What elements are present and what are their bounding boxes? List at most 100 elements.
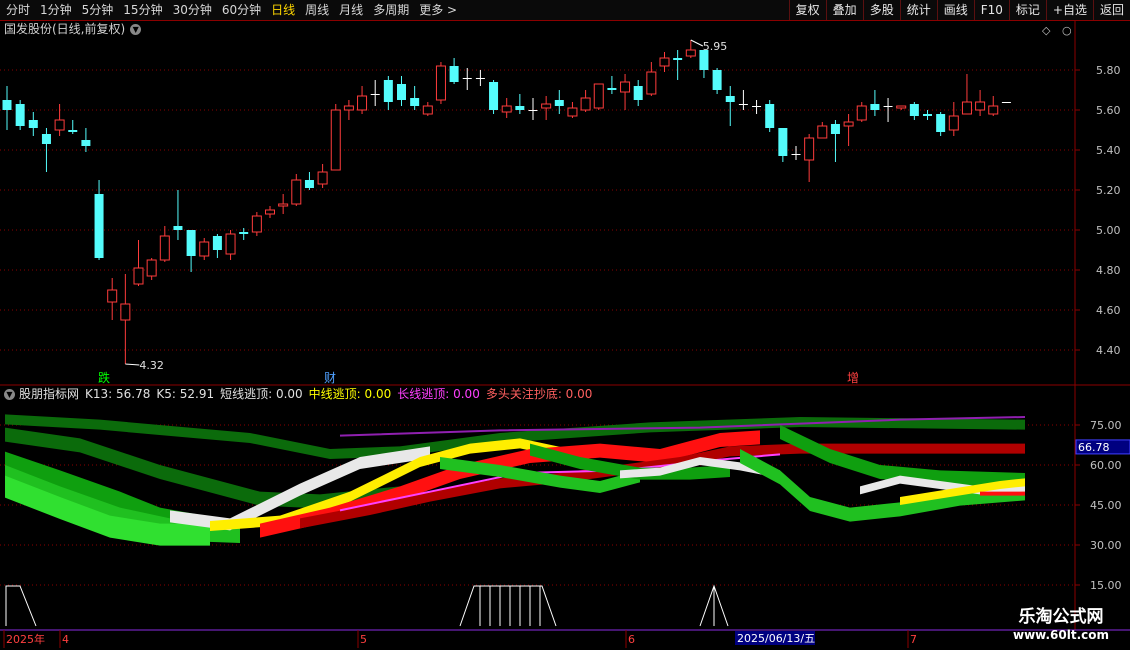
candle-body <box>870 104 880 110</box>
event-marker: 财 <box>324 371 336 385</box>
candlestick <box>370 80 380 106</box>
candle-body <box>397 84 406 100</box>
candlestick <box>567 102 578 118</box>
candlestick <box>975 90 986 116</box>
candle-body <box>317 171 328 185</box>
candlestick <box>948 102 959 136</box>
signal-shape <box>5 585 37 627</box>
candle-body <box>68 130 78 132</box>
price-tick-label: 5.00 <box>1096 224 1121 237</box>
candle-body <box>120 303 131 321</box>
candlestick <box>923 110 932 120</box>
candle-body <box>580 97 591 111</box>
candlestick <box>712 68 722 94</box>
candlestick <box>278 194 289 214</box>
candle-body <box>541 103 552 109</box>
candlestick <box>357 86 368 114</box>
indicator-tick-label: 75.00 <box>1090 419 1122 432</box>
candlestick <box>304 172 314 190</box>
candle-body <box>265 209 275 215</box>
candlestick <box>633 80 643 106</box>
candle-body <box>567 107 578 117</box>
candlestick <box>107 278 118 320</box>
candlestick <box>778 128 788 162</box>
candlestick <box>199 238 210 260</box>
candlestick <box>146 258 157 280</box>
candlestick <box>752 100 762 114</box>
signal-shape <box>459 585 557 627</box>
candle-body <box>856 105 867 121</box>
time-label: 6 <box>628 633 635 646</box>
candlestick <box>291 174 302 206</box>
candlestick <box>804 134 815 182</box>
candle-body <box>489 82 499 110</box>
event-marker: 增 <box>847 371 859 385</box>
candle-body <box>370 94 380 95</box>
watermark: 乐淘公式网 www.60lt.com <box>996 606 1126 642</box>
high-label: 5.95 <box>703 40 728 53</box>
indicator-band <box>980 491 1025 496</box>
candlestick <box>830 120 840 162</box>
watermark-url: www.60lt.com <box>1012 628 1110 642</box>
candle-body <box>225 233 236 255</box>
candlestick <box>620 74 631 110</box>
candlestick <box>462 68 472 90</box>
candle-body <box>620 81 631 93</box>
candlestick <box>410 86 420 110</box>
chart-canvas[interactable]: 5.80 5.60 5.40 5.20 5.00 4.80 4.60 4.40 ◇ ○ 5.95 4.… <box>0 0 1130 650</box>
indicator-tick-label: 45.00 <box>1090 499 1122 512</box>
candle-body <box>239 232 249 234</box>
candlestick <box>870 90 880 116</box>
candle-body <box>712 70 722 90</box>
candle-body <box>961 101 972 115</box>
candle-body <box>699 50 709 70</box>
indicator-tick-label: 30.00 <box>1090 539 1122 552</box>
candle-body <box>975 101 986 111</box>
candlestick <box>685 40 696 58</box>
candle-body <box>212 236 222 250</box>
candlestick <box>15 100 25 130</box>
candle-body <box>2 100 12 110</box>
candle-body <box>15 104 25 126</box>
candlestick <box>41 128 51 172</box>
candlestick <box>501 98 512 118</box>
candle-body <box>251 215 262 233</box>
candle-body <box>449 66 459 82</box>
candlestick <box>2 86 12 130</box>
time-label: 2025年 <box>6 632 45 646</box>
event-marker: 跌 <box>98 370 110 385</box>
candlestick <box>961 74 972 115</box>
candle-body <box>1001 102 1011 103</box>
candle-body <box>936 114 946 132</box>
diamond-icon: ◇ <box>1042 24 1051 37</box>
current-value-label: 66.78 <box>1078 441 1110 454</box>
candlestick <box>159 226 170 262</box>
candle-body <box>593 83 604 109</box>
candle-body <box>830 124 840 134</box>
candlestick <box>528 98 538 120</box>
candlestick <box>133 240 144 286</box>
candle-body <box>923 114 932 116</box>
low-pointer <box>125 363 140 366</box>
candle-body <box>133 267 144 285</box>
candlestick <box>343 100 354 120</box>
time-label: 5 <box>360 633 367 646</box>
candle-body <box>410 98 420 106</box>
price-tick-label: 4.80 <box>1096 264 1121 277</box>
candlestick <box>225 230 236 260</box>
candlestick <box>896 105 907 110</box>
candle-body <box>199 241 210 257</box>
candle-body <box>607 88 617 90</box>
candle-body <box>435 65 446 101</box>
price-tick-label: 5.40 <box>1096 144 1121 157</box>
candle-body <box>685 49 696 57</box>
indicator-tick-label: 15.00 <box>1090 579 1122 592</box>
candle-body <box>909 104 919 116</box>
candlestick <box>68 120 78 134</box>
candlestick <box>791 146 801 160</box>
candlestick <box>475 70 485 86</box>
candle-body <box>673 58 683 60</box>
candle-body <box>94 194 104 258</box>
candle-body <box>330 109 341 171</box>
low-label: 4.32 <box>139 359 164 372</box>
